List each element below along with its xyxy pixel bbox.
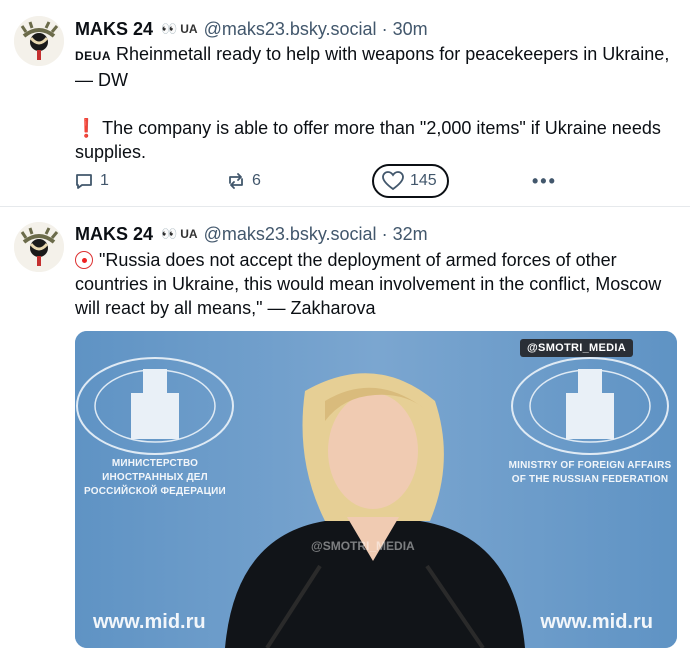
eyes-icon: 👀 [161,21,177,36]
post-header: MAKS 24 👀 UA @maks23.bsky.social · 30m [75,17,428,41]
post-image[interactable]: @SMOTRI_MEDIA МИНИСТЕРСТВО ИНОСТРАННЫХ Д… [75,331,677,648]
center-watermark: @SMOTRI_MEDIA [311,539,415,553]
flag-tag: DEUA [75,49,112,63]
post-card[interactable]: MAKS 24 👀 UA @maks23.bsky.social · 30m D… [0,0,690,207]
author-name[interactable]: MAKS 24 [75,19,153,40]
like-count: 145 [410,172,437,189]
post-text: "Russia does not accept the deployment o… [75,248,675,320]
repost-icon [229,173,243,189]
more-button[interactable]: ••• [532,163,557,199]
post-header: MAKS 24 👀 UA @maks23.bsky.social · 32m [75,222,428,246]
post-time[interactable]: 32m [393,224,428,245]
author-handle[interactable]: @maks23.bsky.social [204,224,377,245]
post-line: ❗ The company is able to offer more than… [75,116,675,164]
media-watermark: @SMOTRI_MEDIA [520,339,633,357]
reply-button[interactable]: 1 [74,163,109,199]
post-time[interactable]: 30m [393,19,428,40]
reply-count: 1 [100,172,109,189]
post-line: DEUA Rheinmetall ready to help with weap… [75,42,675,92]
author-badges: 👀 UA [161,226,198,242]
post-text: DEUA Rheinmetall ready to help with weap… [75,42,675,164]
separator-dot: · [381,223,388,244]
url-left: www.mid.ru [93,611,206,633]
reply-icon [76,174,92,189]
heart-icon [382,171,404,191]
repost-count: 6 [252,172,261,189]
repost-button[interactable]: 6 [226,163,261,199]
author-badges: 👀 UA [161,21,198,37]
eyes-icon: 👀 [161,226,177,241]
author-handle[interactable]: @maks23.bsky.social [204,19,377,40]
sign-right: MINISTRY OF FOREIGN AFFAIRS OF THE RUSSI… [508,460,672,485]
flag-code: UA [180,227,198,241]
post-line-text: "Russia does not accept the deployment o… [75,250,662,318]
post-line-text: The company is able to offer more than "… [75,118,661,162]
clown-emoji-icon [75,251,93,269]
like-button[interactable]: 145 [372,164,449,198]
author-name[interactable]: MAKS 24 [75,224,153,245]
more-icon: ••• [532,170,557,191]
post-line-text: Rheinmetall ready to help with weapons f… [75,44,670,90]
separator-dot: · [381,18,388,39]
post-actions: 1 6 145 ••• [74,163,674,199]
post-card[interactable]: MAKS 24 👀 UA @maks23.bsky.social · 32m "… [0,208,690,655]
post-line: "Russia does not accept the deployment o… [75,248,675,320]
avatar[interactable] [14,222,64,272]
url-right: www.mid.ru [540,611,653,633]
flag-code: UA [180,22,198,36]
avatar[interactable] [14,16,64,66]
exclamation-icon: ❗ [75,118,98,138]
sign-left: МИНИСТЕРСТВО ИНОСТРАННЫХ ДЕЛ РОССИЙСКОЙ … [84,458,226,497]
